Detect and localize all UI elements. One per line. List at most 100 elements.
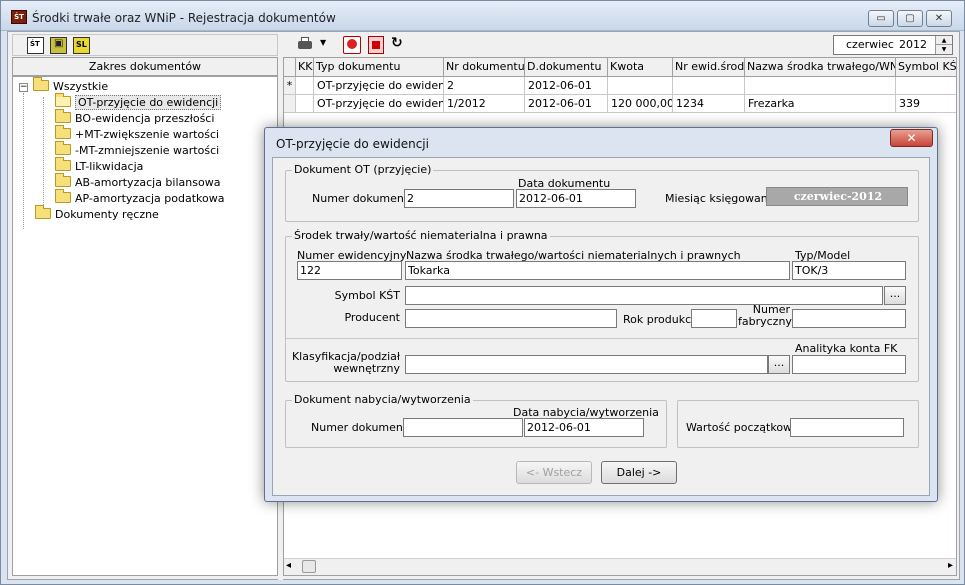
close-button[interactable]: ✕ [926,10,952,27]
row-selector[interactable] [284,95,296,113]
column-header-kst[interactable]: Symbol KŚT [896,58,956,77]
table-cell[interactable]: 2 [444,77,525,95]
delete-icon [372,41,380,49]
posting-month-label: Miesiąc księgowania [665,192,778,205]
scrollbar-thumb[interactable] [302,560,316,573]
fk-input[interactable] [792,355,906,374]
table-cell[interactable]: OT-przyjęcie do ewidencji [314,77,444,95]
tree-item-ab[interactable]: AB-amortyzacja bilansowa [55,173,221,191]
document-ot-group: Dokument OT (przyjęcie) Numer dokumentu … [285,163,919,222]
folder-icon [55,189,71,203]
tree-item-lt[interactable]: LT-likwidacja [55,157,143,175]
print-dropdown-icon[interactable]: ▼ [320,38,326,47]
table-cell[interactable]: OT-przyjęcie do ewidencji [314,95,444,113]
table-cell[interactable] [608,77,673,95]
table-cell[interactable] [673,77,745,95]
initial-value-input[interactable] [790,418,904,437]
acq-date-input[interactable]: 2012-06-01 [524,418,644,437]
folder-icon [55,109,71,123]
kst-browse-button[interactable]: ... [884,286,906,305]
table-cell[interactable]: 2012-06-01 [525,95,608,113]
print-button[interactable] [297,37,313,51]
asset-name-input[interactable]: Tokarka [405,261,790,280]
maximize-icon: ▢ [905,13,915,24]
calculator-button[interactable]: ▣ [50,37,67,54]
kst-input[interactable] [405,286,883,305]
table-cell[interactable]: 120 000,00 [608,95,673,113]
scroll-left-icon[interactable]: ◂ [286,560,291,571]
tree-line [43,97,44,211]
minimize-button[interactable]: ▭ [868,10,894,27]
table-cell[interactable]: 1234 [673,95,745,113]
next-button[interactable]: Dalej -> [601,461,677,484]
folder-icon [55,125,71,139]
delete-document-button[interactable] [368,36,384,54]
table-cell[interactable] [296,95,314,113]
tree-item-plus-mt[interactable]: +MT-zwiększenie wartości [55,125,219,143]
table-cell[interactable]: Frezarka [745,95,896,113]
acq-number-label: Numer dokumentu [311,421,415,434]
document-tree[interactable]: − Wszystkie OT-przyjęcie do ewidencji BO… [12,76,278,576]
column-header-data[interactable]: D.dokumentu [525,58,608,77]
web-export-button[interactable] [343,36,361,54]
tree-collapse-icon[interactable]: − [19,83,28,92]
table-cell[interactable] [296,77,314,95]
classification-label: Klasyfikacja/podział wewnętrzny [291,350,400,375]
classification-input[interactable] [405,355,768,374]
model-input[interactable]: TOK/3 [792,261,906,280]
folder-icon [35,205,51,219]
column-header-kk[interactable]: KK [296,58,314,77]
table-cell[interactable] [896,77,956,95]
scroll-right-icon[interactable]: ▸ [948,560,953,571]
column-header-nazwa[interactable]: Nazwa środka trwałego/WNiP [745,58,896,77]
tree-item-bo[interactable]: BO-ewidencja przeszłości [55,109,215,127]
classification-browse-button[interactable]: ... [768,355,790,374]
period-spinner[interactable]: czerwiec 2012 ▲ ▼ [833,35,953,55]
window-title: Środki trwałe oraz WNiP - Rejestracja do… [32,11,336,25]
doc-date-input[interactable]: 2012-06-01 [516,189,636,208]
acq-number-input[interactable] [403,418,523,437]
sl-button[interactable]: SL [73,37,90,54]
document-st-icon: ŚT [30,40,40,48]
back-button[interactable]: <- Wstecz [516,461,592,484]
producer-input[interactable] [405,309,617,328]
table-cell[interactable]: 1/2012 [444,95,525,113]
group-legend: Środek trwały/wartość niematerialna i pr… [292,229,550,242]
ewid-input[interactable]: 122 [297,261,402,280]
table-cell[interactable]: 339 [896,95,956,113]
column-header-typ[interactable]: Typ dokumentu [314,58,444,77]
tree-item-wszystkie[interactable]: Wszystkie [33,77,109,95]
refresh-icon[interactable]: ↻ [391,35,403,51]
folder-icon [33,77,49,91]
folder-icon [55,173,71,187]
column-header-nr-ewid[interactable]: Nr ewid.środka [673,58,745,77]
horizontal-scrollbar[interactable]: ◂ ▸ [284,558,956,575]
document-st-button[interactable]: ŚT [27,37,44,54]
production-year-input[interactable] [691,309,737,328]
tree-item-label: AP-amortyzacja podatkowa [75,192,225,205]
tree-item-ot[interactable]: OT-przyjęcie do ewidencji [55,93,222,111]
table-cell[interactable]: 2012-06-01 [525,77,608,95]
column-header-nr[interactable]: Nr dokumentu [444,58,525,77]
maximize-button[interactable]: ▢ [897,10,923,27]
tree-item-label: Wszystkie [53,80,109,93]
tree-item-manual[interactable]: Dokumenty ręczne [35,205,159,223]
spin-down-icon[interactable]: ▼ [935,45,952,54]
row-selector-header [284,58,296,77]
doc-number-input[interactable]: 2 [404,189,514,208]
dialog-close-button[interactable]: ✕ [890,129,933,147]
serial-input[interactable] [792,309,906,328]
production-year-label: Rok produkcji [623,313,698,326]
spin-up-icon[interactable]: ▲ [935,36,952,45]
tree-item-label: AB-amortyzacja bilansowa [75,176,221,189]
tree-item-minus-mt[interactable]: -MT-zmniejszenie wartości [55,141,219,159]
minimize-icon: ▭ [876,13,886,24]
tree-item-label: BO-ewidencja przeszłości [75,112,215,125]
producer-label: Producent [344,311,400,324]
asset-group: Środek trwały/wartość niematerialna i pr… [285,229,919,382]
tree-item-label: OT-przyjęcie do ewidencji [75,95,222,110]
tree-item-ap[interactable]: AP-amortyzacja podatkowa [55,189,225,207]
table-cell[interactable] [745,77,896,95]
column-header-kwota[interactable]: Kwota [608,58,673,77]
title-bar: ŚT Środki trwałe oraz WNiP - Rejestracja… [1,1,964,31]
